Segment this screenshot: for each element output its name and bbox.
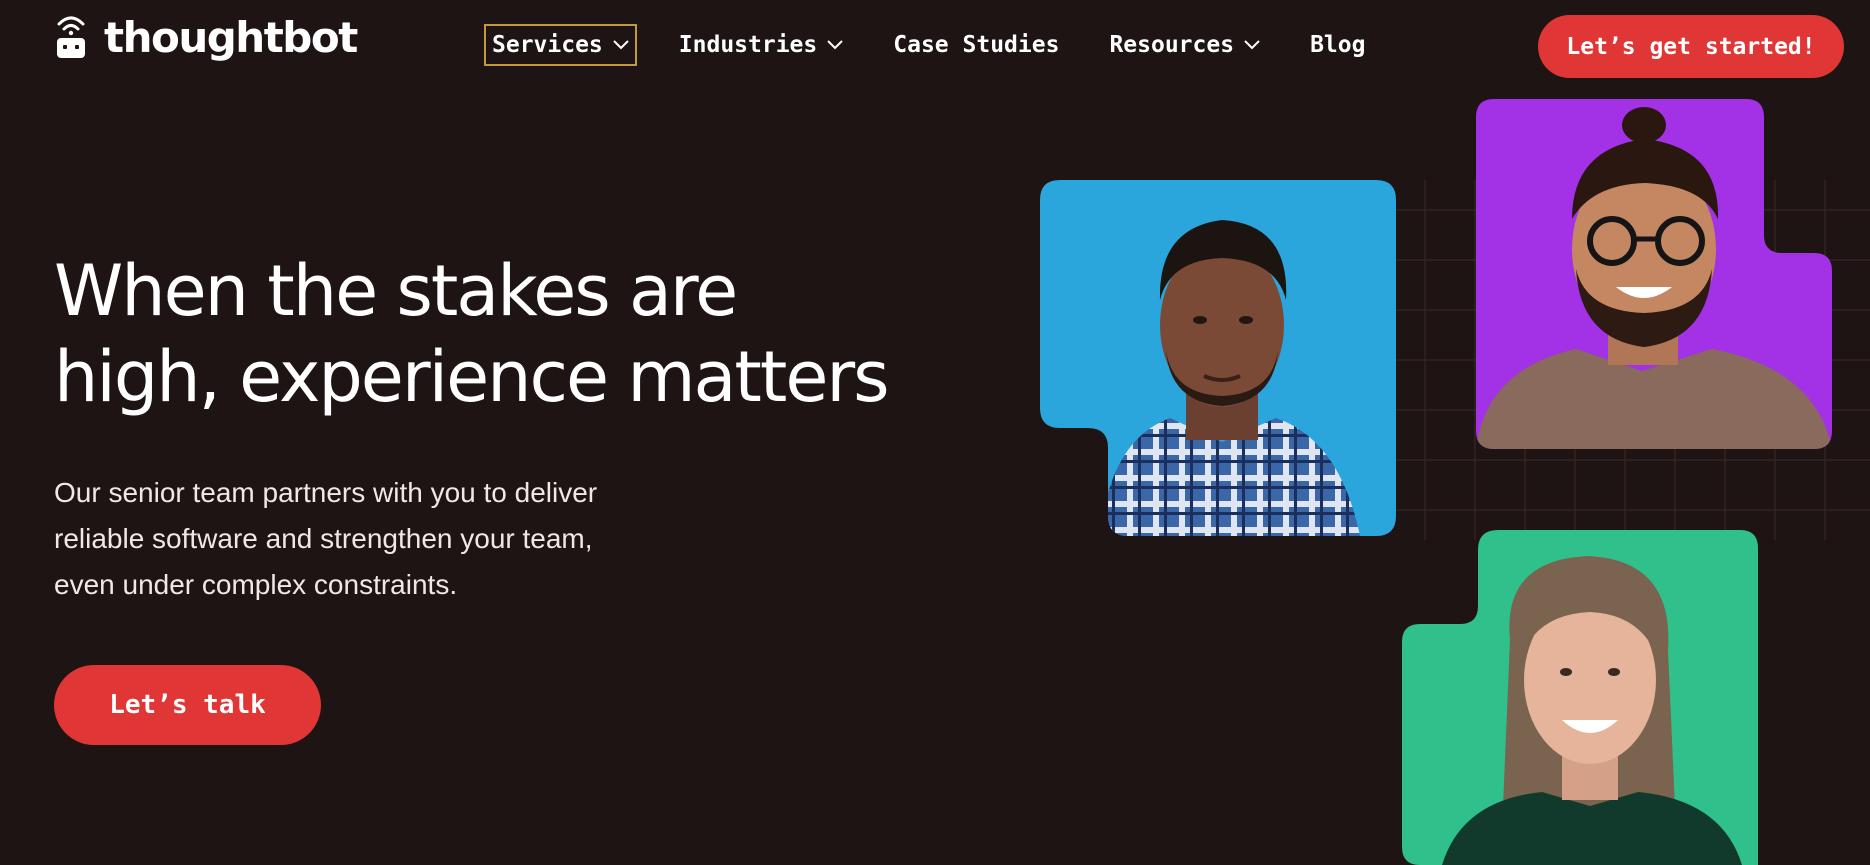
hero-title-line: When the stakes are	[54, 250, 738, 332]
portrait-image	[1476, 99, 1832, 449]
brand-logo-link[interactable]: thoughtbot	[54, 13, 358, 62]
nav-item-label: Services	[492, 32, 603, 58]
nav-item-label: Resources	[1109, 32, 1235, 58]
hero-subtitle-line: even under complex constraints.	[54, 569, 458, 600]
chevron-down-icon	[827, 40, 843, 50]
portrait-image	[1040, 180, 1396, 536]
nav-item-industries[interactable]: Industries	[671, 24, 851, 66]
hero-subtitle-line: reliable software and strengthen your te…	[54, 523, 593, 554]
hero-subtitle: Our senior team partners with you to del…	[54, 470, 694, 608]
site-header: thoughtbot Services Industries Case Stud…	[0, 0, 1870, 95]
nav-item-blog[interactable]: Blog	[1302, 24, 1373, 66]
nav-item-label: Blog	[1310, 32, 1366, 58]
get-started-button[interactable]: Let’s get started!	[1538, 15, 1844, 78]
nav-item-resources[interactable]: Resources	[1101, 24, 1268, 66]
chevron-down-icon	[613, 40, 629, 50]
nav-item-services[interactable]: Services	[484, 24, 637, 66]
hero-subtitle-line: Our senior team partners with you to del…	[54, 477, 598, 508]
hero-title-line: high, experience matters	[54, 336, 890, 418]
main-nav: Services Industries Case Studies Resourc…	[484, 24, 1407, 66]
nav-item-label: Industries	[678, 32, 818, 58]
nav-item-label: Case Studies	[893, 32, 1060, 58]
lets-talk-button[interactable]: Let’s talk	[54, 665, 321, 745]
team-portrait-1	[1040, 180, 1396, 536]
hero-title: When the stakes are high, experience mat…	[54, 248, 1004, 420]
brand-name: thoughtbot	[104, 13, 358, 62]
robot-wifi-icon	[57, 16, 85, 58]
chevron-down-icon	[1244, 40, 1260, 50]
team-portrait-3	[1402, 530, 1758, 865]
nav-item-case-studies[interactable]: Case Studies	[885, 24, 1067, 66]
team-portrait-2	[1476, 99, 1832, 449]
portrait-image	[1402, 530, 1758, 865]
